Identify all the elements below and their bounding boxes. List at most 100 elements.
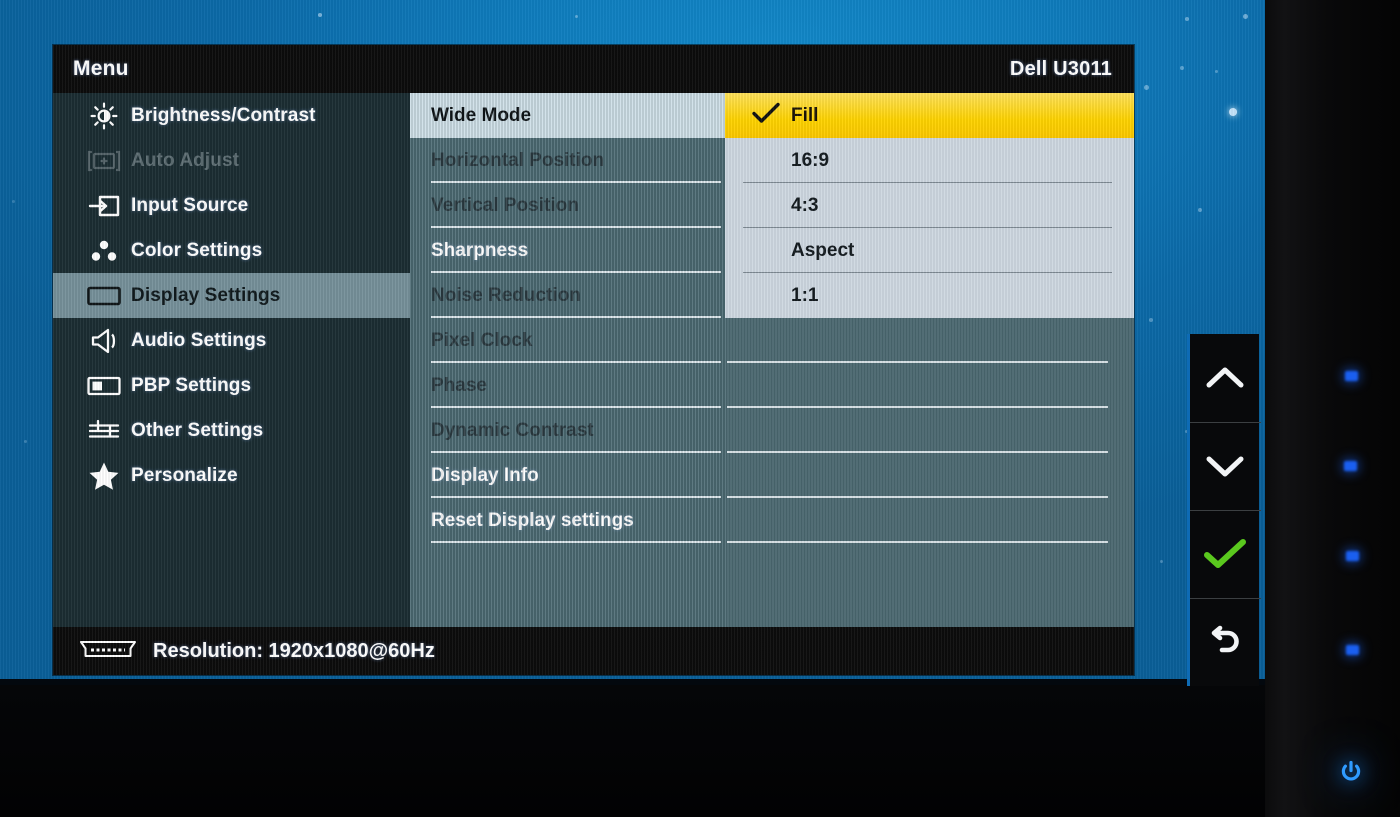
wallpaper-star	[12, 200, 15, 203]
submenu-item-vertical-position[interactable]: Vertical Position	[410, 183, 727, 228]
submenu-item-label: Horizontal Position	[431, 149, 605, 171]
wallpaper-star	[1144, 85, 1149, 90]
pbp-icon	[77, 374, 131, 398]
submenu-item-label: Sharpness	[431, 239, 529, 261]
submenu-item-label: Vertical Position	[431, 194, 579, 216]
checkmark-icon	[751, 101, 781, 131]
power-button[interactable]	[1337, 760, 1365, 788]
submenu-item-reset-display-settings[interactable]: Reset Display settings	[410, 498, 727, 543]
value-row	[727, 453, 1134, 498]
back-button[interactable]	[1190, 598, 1261, 686]
star-icon	[77, 461, 131, 491]
checkmark-icon	[1202, 537, 1248, 571]
submenu-item-horizontal-position[interactable]: Horizontal Position	[410, 138, 727, 183]
sidebar-item-label: Audio Settings	[131, 329, 267, 351]
speaker-icon	[77, 327, 131, 355]
submenu-item-label: Pixel Clock	[431, 329, 533, 351]
osd-status-bar: Resolution: 1920x1080@60Hz	[53, 627, 1134, 675]
up-chevron-button[interactable]	[1190, 334, 1259, 422]
page-title: Menu	[73, 57, 129, 80]
bezel-led-indicator	[1346, 645, 1359, 655]
submenu-item-phase[interactable]: Phase	[410, 363, 727, 408]
wallpaper-star	[1229, 108, 1237, 116]
screenshot-root: Menu Dell U3011 Brightness/Contrast Auto…	[0, 0, 1400, 817]
value-row	[727, 543, 1134, 588]
wallpaper-star	[575, 15, 578, 18]
submenu-item-label: Noise Reduction	[431, 284, 581, 306]
osd-menu-window: Menu Dell U3011 Brightness/Contrast Auto…	[53, 45, 1134, 675]
wide-mode-dropdown: Fill 16:9 4:3 Aspect 1:1	[725, 93, 1134, 318]
dropdown-option-aspect[interactable]: Aspect	[725, 228, 1134, 273]
osd-hardware-button-strip	[1187, 334, 1261, 686]
dropdown-option-4-3[interactable]: 4:3	[725, 183, 1134, 228]
value-row	[727, 363, 1134, 408]
brightness-icon	[77, 100, 131, 132]
submenu-item-label: Dynamic Contrast	[431, 419, 594, 441]
submenu-item-sharpness[interactable]: Sharpness	[410, 228, 727, 273]
value-row	[727, 408, 1134, 453]
osd-sidebar: Brightness/Contrast Auto Adjust Input So…	[53, 93, 410, 627]
sliders-icon	[77, 417, 131, 445]
submenu-item-dynamic-contrast[interactable]: Dynamic Contrast	[410, 408, 727, 453]
input-source-icon	[77, 194, 131, 218]
osd-title-bar: Menu Dell U3011	[53, 45, 1134, 93]
dropdown-option-label: Fill	[791, 104, 819, 126]
sidebar-item-label: Auto Adjust	[131, 149, 240, 171]
submenu-item-display-info[interactable]: Display Info	[410, 453, 727, 498]
bezel-led-indicator	[1344, 461, 1357, 471]
wallpaper-star	[1198, 208, 1202, 212]
submenu-item-pixel-clock[interactable]: Pixel Clock	[410, 318, 727, 363]
sidebar-item-label: Display Settings	[131, 284, 281, 306]
monitor-lower-bezel	[0, 685, 1265, 817]
sidebar-item-other-settings[interactable]: Other Settings	[53, 408, 410, 453]
sidebar-item-auto-adjust[interactable]: Auto Adjust	[53, 138, 410, 183]
sidebar-item-label: PBP Settings	[131, 374, 252, 396]
wallpaper-star	[1160, 560, 1163, 563]
sidebar-item-label: Input Source	[131, 194, 249, 216]
wallpaper-star	[1185, 17, 1189, 21]
sidebar-item-input-source[interactable]: Input Source	[53, 183, 410, 228]
dropdown-option-1-1[interactable]: 1:1	[725, 273, 1134, 318]
wallpaper-star	[1243, 14, 1248, 19]
sidebar-item-personalize[interactable]: Personalize	[53, 453, 410, 498]
wallpaper-star	[24, 440, 27, 443]
power-icon	[1338, 759, 1364, 790]
sidebar-item-brightness-contrast[interactable]: Brightness/Contrast	[53, 93, 410, 138]
down-chevron-button[interactable]	[1190, 422, 1261, 510]
submenu-item-wide-mode[interactable]: Wide Mode	[410, 93, 727, 138]
bezel-led-indicator	[1346, 551, 1359, 561]
dropdown-option-label: 4:3	[791, 194, 819, 216]
chevron-up-icon	[1203, 363, 1247, 393]
wallpaper-star	[318, 13, 322, 17]
dropdown-option-label: 1:1	[791, 284, 819, 306]
sidebar-item-color-settings[interactable]: Color Settings	[53, 228, 410, 273]
submenu-item-label: Wide Mode	[431, 104, 532, 126]
sidebar-item-audio-settings[interactable]: Audio Settings	[53, 318, 410, 363]
auto-adjust-icon	[77, 149, 131, 173]
display-settings-icon	[77, 284, 131, 308]
submenu-item-empty	[410, 543, 727, 588]
sidebar-item-label: Personalize	[131, 464, 238, 486]
bezel-led-indicator	[1345, 371, 1358, 381]
submenu-item-noise-reduction[interactable]: Noise Reduction	[410, 273, 727, 318]
value-row	[727, 318, 1134, 363]
submenu-item-label: Display Info	[431, 464, 539, 486]
value-row	[727, 498, 1134, 543]
osd-submenu-column: Wide Mode Horizontal Position Vertical P…	[410, 93, 727, 633]
sidebar-item-pbp-settings[interactable]: PBP Settings	[53, 363, 410, 408]
submenu-item-label: Phase	[431, 374, 487, 396]
sidebar-item-display-settings[interactable]: Display Settings	[53, 273, 410, 318]
dropdown-option-label: 16:9	[791, 149, 830, 171]
sidebar-item-label: Color Settings	[131, 239, 263, 261]
submenu-item-label: Reset Display settings	[431, 509, 634, 531]
dropdown-option-16-9[interactable]: 16:9	[725, 138, 1134, 183]
sidebar-item-label: Other Settings	[131, 419, 264, 441]
dropdown-option-fill[interactable]: Fill	[725, 93, 1134, 138]
wallpaper-star	[1180, 66, 1184, 70]
confirm-button[interactable]	[1190, 510, 1261, 598]
monitor-bezel	[1265, 0, 1400, 817]
sidebar-item-label: Brightness/Contrast	[131, 104, 316, 126]
chevron-down-icon	[1203, 451, 1247, 481]
wallpaper-star	[1149, 318, 1153, 322]
color-settings-icon	[77, 238, 131, 264]
